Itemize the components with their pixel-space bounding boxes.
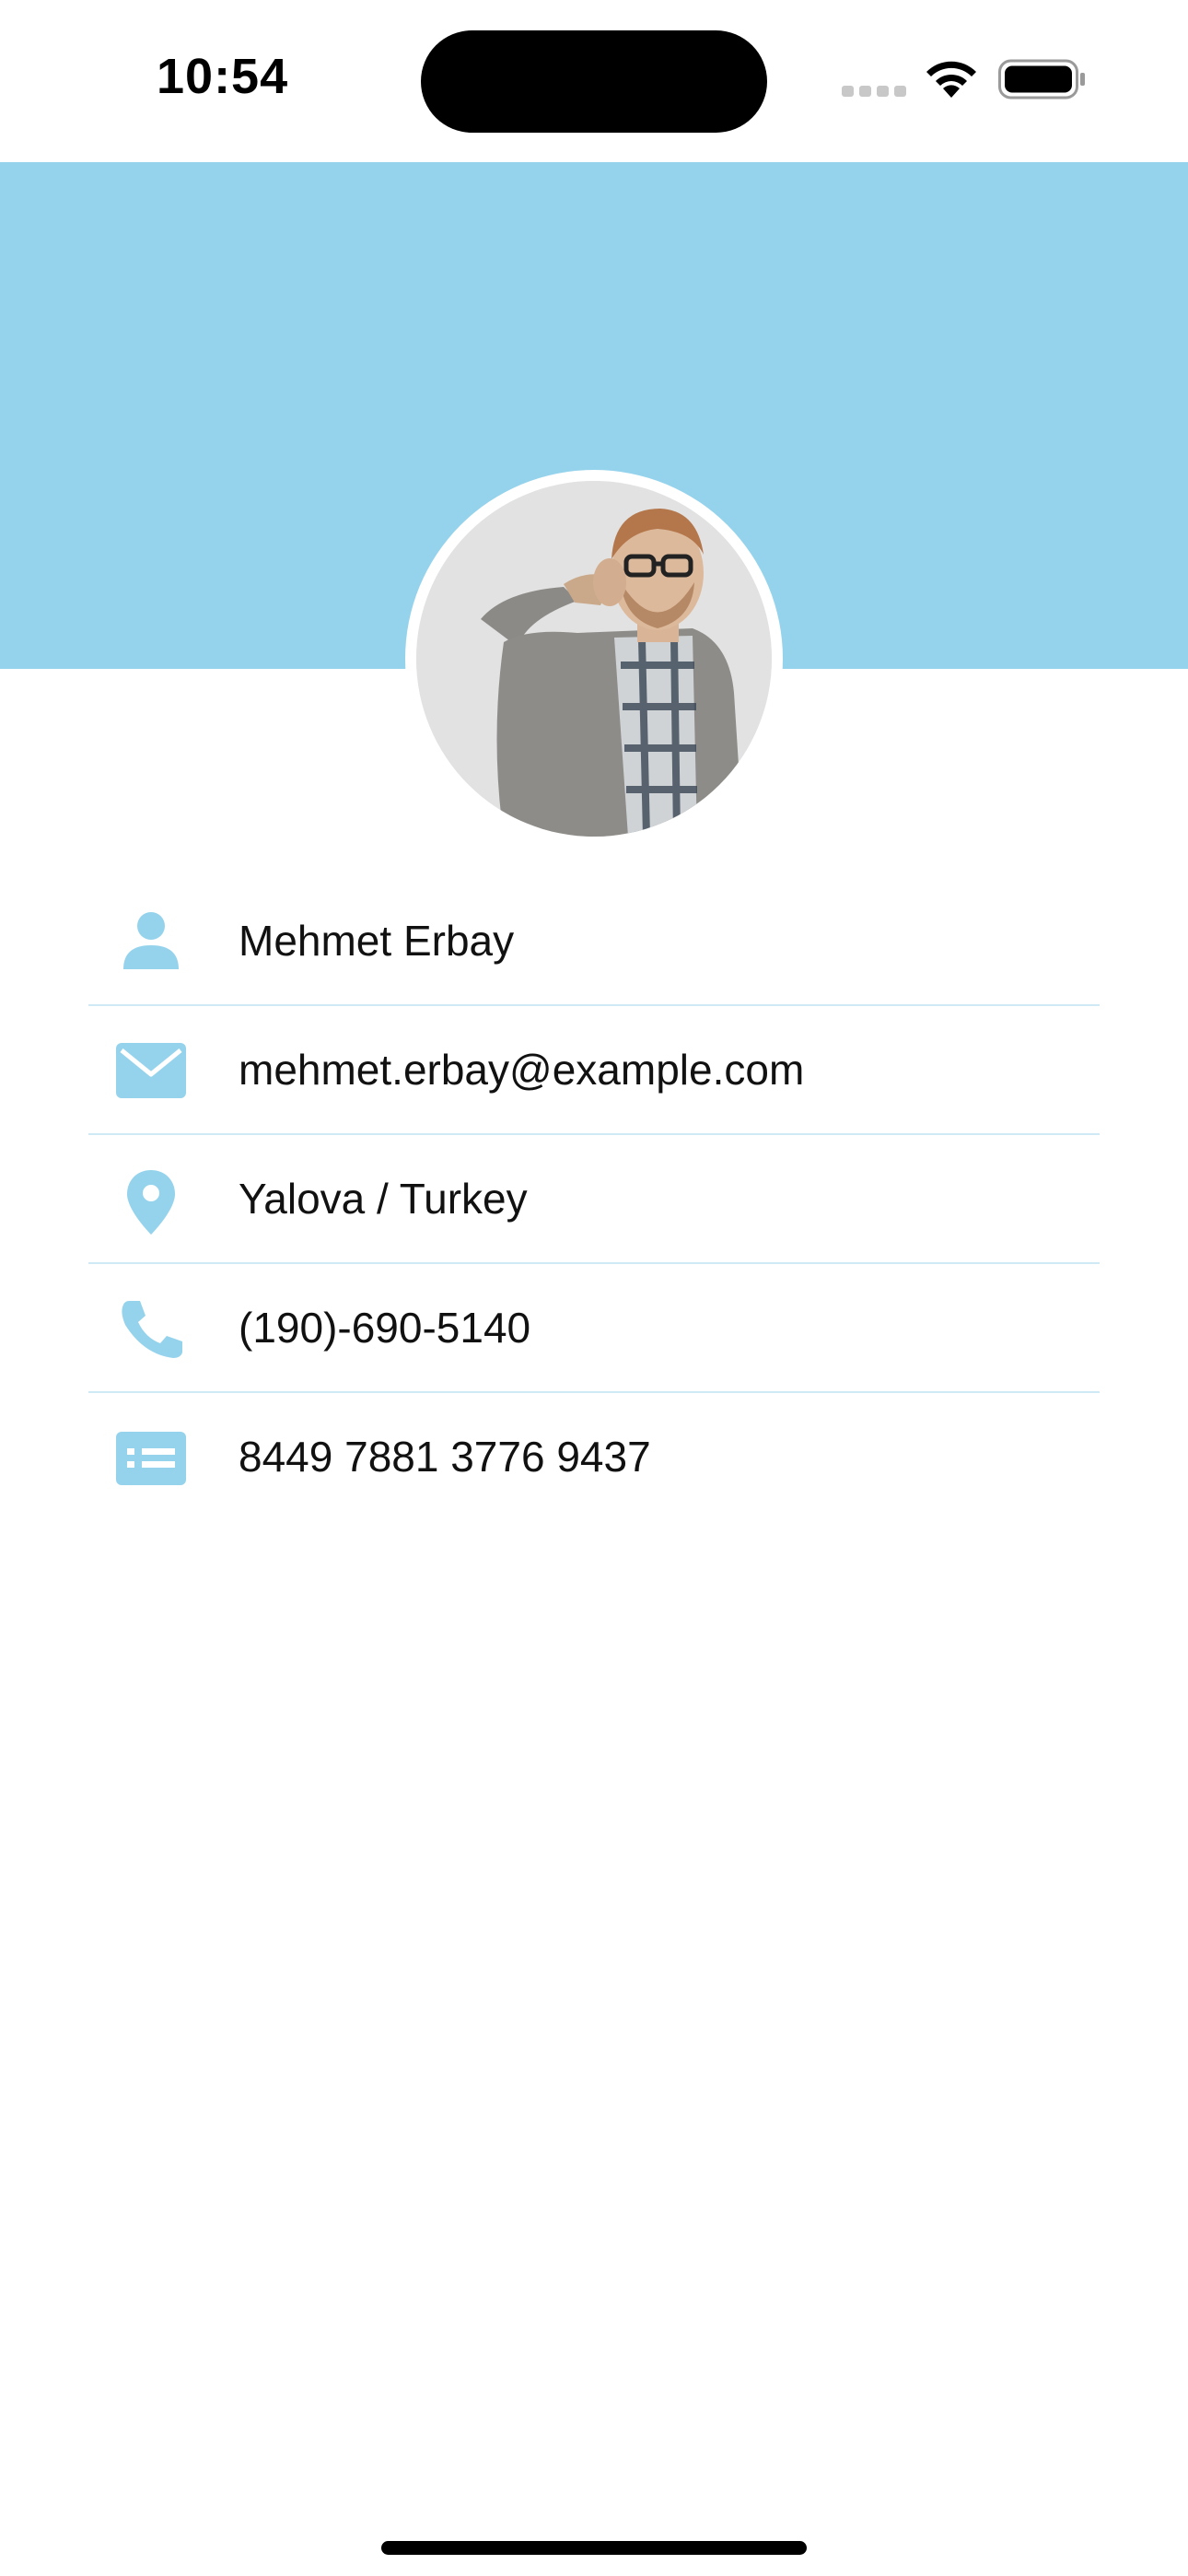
envelope-icon <box>116 1043 186 1098</box>
phone-icon <box>122 1301 182 1358</box>
list-item-email: mehmet.erbay@example.com <box>88 1006 1100 1135</box>
profile-screen: 10:54 Mehmet Erbay mehmet.erbay@example.… <box>0 0 1188 2576</box>
profile-info-list: Mehmet Erbay mehmet.erbay@example.com Ya… <box>88 877 1100 1520</box>
card-number-label: 8449 7881 3776 9437 <box>239 1433 651 1481</box>
id-card-icon <box>116 1432 186 1485</box>
battery-icon <box>998 59 1085 100</box>
name-label: Mehmet Erbay <box>239 917 515 965</box>
dynamic-island <box>421 30 767 133</box>
list-item-location: Yalova / Turkey <box>88 1135 1100 1264</box>
profile-photo-image <box>416 481 772 837</box>
list-item-card: 8449 7881 3776 9437 <box>88 1393 1100 1520</box>
wifi-icon <box>926 61 976 98</box>
map-pin-icon <box>127 1170 175 1235</box>
phone-label: (190)-690-5140 <box>239 1304 531 1352</box>
avatar-photo <box>416 481 772 837</box>
avatar <box>405 470 783 848</box>
status-time: 10:54 <box>157 49 289 104</box>
email-label: mehmet.erbay@example.com <box>239 1046 805 1094</box>
list-item-phone: (190)-690-5140 <box>88 1264 1100 1393</box>
person-icon <box>123 912 179 969</box>
home-indicator[interactable] <box>381 2541 807 2555</box>
location-label: Yalova / Turkey <box>239 1175 528 1223</box>
list-item-name: Mehmet Erbay <box>88 877 1100 1006</box>
cellular-signal-icon <box>842 86 906 99</box>
status-bar: 10:54 <box>0 0 1188 162</box>
